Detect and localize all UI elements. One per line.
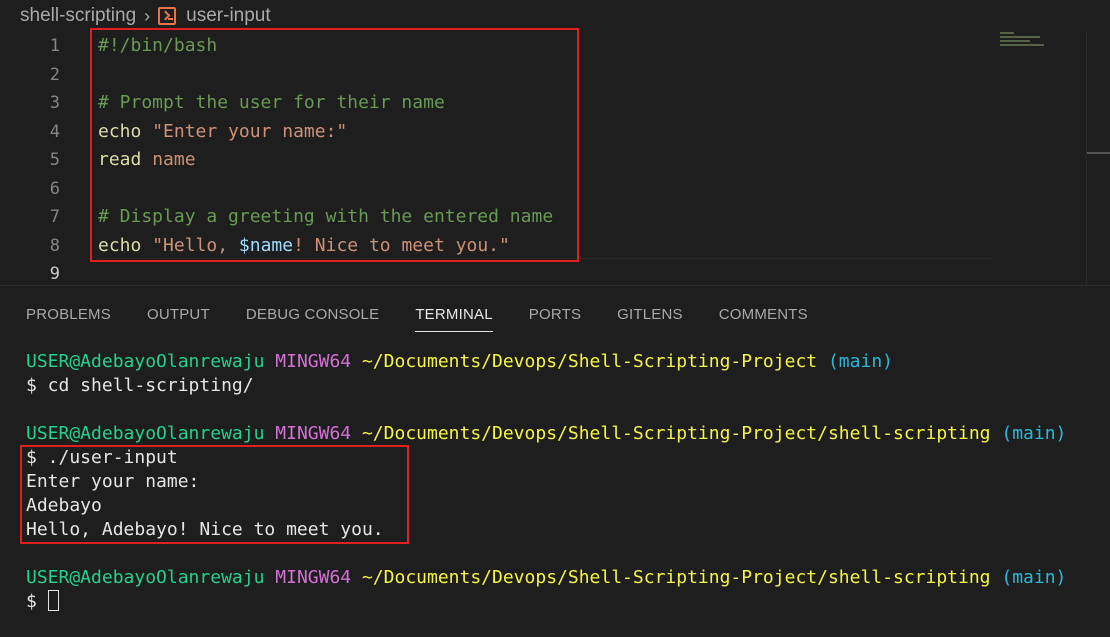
line-number: 5	[49, 150, 60, 170]
scrollbar-marker	[1087, 152, 1110, 154]
shell-script-file-icon	[158, 7, 177, 25]
tab-output[interactable]: OUTPUT	[147, 286, 210, 344]
prompt-path: ~/Documents/Devops/Shell-Scripting-Proje…	[361, 351, 818, 372]
prompt-user: USER@AdebayoOlanrewaju	[26, 351, 265, 372]
terminal-prompt-line: USER@AdebayoOlanrewaju MINGW64 ~/Documen…	[26, 566, 1066, 590]
chevron-right-icon: ›	[144, 5, 151, 26]
tab-debug-console[interactable]: DEBUG CONSOLE	[246, 286, 379, 344]
breadcrumb-file[interactable]: user-input	[186, 5, 271, 27]
tab-problems[interactable]: PROBLEMS	[26, 286, 111, 344]
breadcrumb-folder[interactable]: shell-scripting	[20, 5, 136, 27]
terminal-cursor	[47, 590, 59, 611]
line-number: 3	[49, 93, 60, 113]
prompt-host: MINGW64	[275, 567, 352, 588]
prompt-path: ~/Documents/Devops/Shell-Scripting-Proje…	[361, 567, 991, 588]
prompt-host: MINGW64	[275, 423, 352, 444]
code-line-9[interactable]: 9	[0, 260, 1000, 288]
editor-scrollbar[interactable]	[1086, 32, 1110, 285]
terminal-command: $ cd shell-scripting/	[26, 375, 254, 396]
terminal-prompt-line: USER@AdebayoOlanrewaju MINGW64 ~/Documen…	[26, 350, 893, 374]
line-number: 2	[49, 65, 60, 85]
tab-terminal[interactable]: TERMINAL	[415, 286, 494, 344]
prompt-symbol: $	[26, 591, 48, 612]
tab-gitlens[interactable]: GITLENS	[617, 286, 683, 344]
prompt-branch: (main)	[1001, 567, 1067, 588]
line-number: 1	[49, 36, 60, 56]
terminal-input-line[interactable]: $	[26, 590, 59, 614]
code-highlight-box	[90, 28, 579, 262]
prompt-host: MINGW64	[275, 351, 352, 372]
tab-ports[interactable]: PORTS	[529, 286, 581, 344]
prompt-branch: (main)	[827, 351, 893, 372]
line-number: 9	[49, 264, 60, 284]
prompt-user: USER@AdebayoOlanrewaju	[26, 423, 265, 444]
line-number: 6	[49, 179, 60, 199]
panel-tab-bar: PROBLEMS OUTPUT DEBUG CONSOLE TERMINAL P…	[0, 285, 1110, 343]
line-number: 8	[49, 236, 60, 256]
terminal-prompt-line: USER@AdebayoOlanrewaju MINGW64 ~/Documen…	[26, 422, 1066, 446]
output-highlight-box	[20, 445, 409, 544]
minimap[interactable]	[1000, 32, 1080, 62]
prompt-user: USER@AdebayoOlanrewaju	[26, 567, 265, 588]
line-number: 7	[49, 207, 60, 227]
prompt-branch: (main)	[1001, 423, 1067, 444]
prompt-path: ~/Documents/Devops/Shell-Scripting-Proje…	[361, 423, 991, 444]
line-number: 4	[49, 122, 60, 142]
tab-comments[interactable]: COMMENTS	[719, 286, 808, 344]
